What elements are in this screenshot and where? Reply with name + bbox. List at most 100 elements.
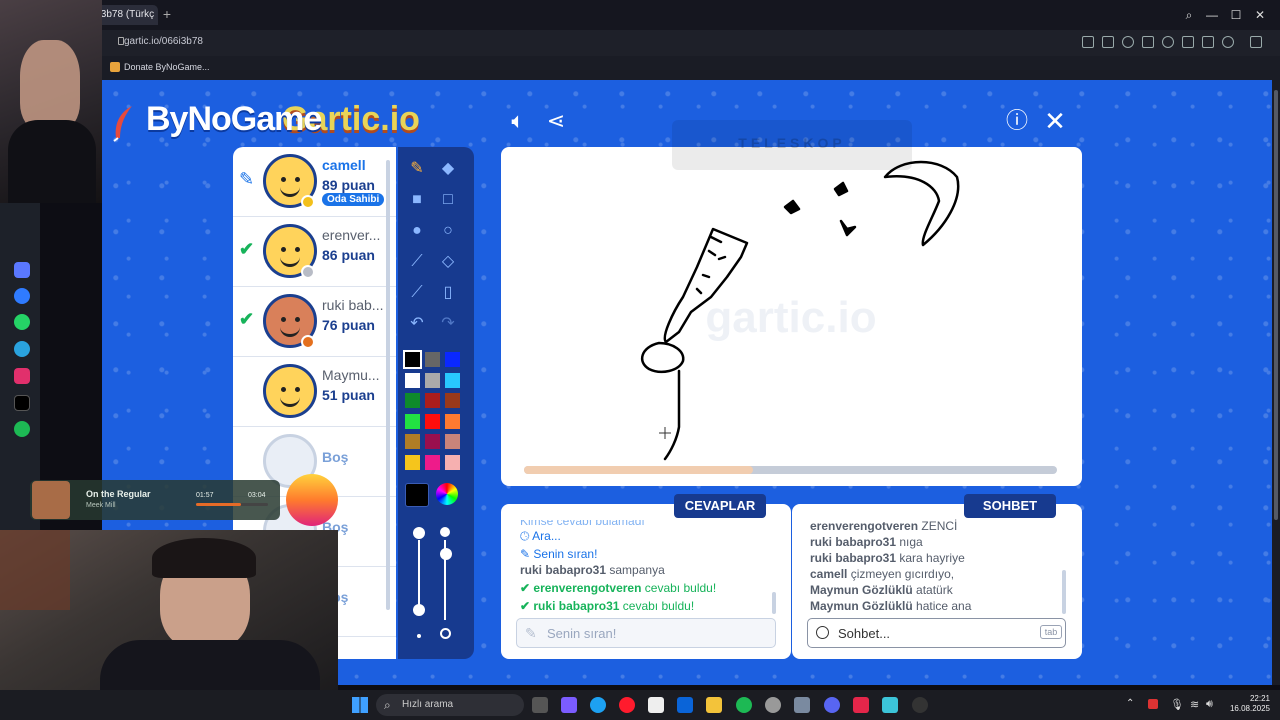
answer-placeholder: Senin sıran! xyxy=(547,626,617,641)
camera-icon[interactable] xyxy=(1102,36,1114,48)
opacity-handle[interactable] xyxy=(440,527,450,537)
answers-scrollbar[interactable] xyxy=(772,592,776,614)
guessed-check-icon: ✔ xyxy=(239,239,255,259)
ellipse-tool-icon[interactable]: ○ xyxy=(436,219,460,243)
crosshair-cursor-icon xyxy=(659,427,671,439)
color-swatch[interactable] xyxy=(425,434,440,449)
eraser-tool-icon[interactable]: ◆ xyxy=(436,157,460,181)
filled-rectangle-tool-icon[interactable]: ■ xyxy=(405,188,429,212)
chevron-up-icon[interactable]: ⌃ xyxy=(1126,698,1134,709)
webcam-overlay-bottom xyxy=(0,530,338,690)
color-swatch[interactable] xyxy=(445,454,460,470)
menu-icon[interactable] xyxy=(1202,36,1214,48)
steam-icon[interactable] xyxy=(794,697,810,713)
info-icon[interactable]: ⓘ xyxy=(1004,108,1030,134)
color-swatch[interactable] xyxy=(445,372,460,388)
color-swatch[interactable] xyxy=(445,393,460,408)
whatsapp-icon[interactable] xyxy=(14,314,30,330)
color-swatch[interactable] xyxy=(425,454,440,470)
page-scrollbar-thumb[interactable] xyxy=(1274,90,1278,520)
tray-app-icon[interactable] xyxy=(1148,699,1158,709)
streamer-shirt xyxy=(100,640,320,690)
color-swatch[interactable] xyxy=(425,413,440,429)
player-score: 76 puan xyxy=(322,317,375,333)
color-swatch[interactable] xyxy=(425,352,440,367)
mic-icon[interactable]: 🎙︎ xyxy=(1170,698,1184,711)
heart-icon[interactable] xyxy=(1162,36,1174,48)
undo-icon[interactable]: ↶ xyxy=(405,312,429,336)
drawing-canvas[interactable]: gartic.io xyxy=(501,147,1082,486)
download-icon[interactable] xyxy=(1182,36,1194,48)
store-icon[interactable] xyxy=(648,697,664,713)
color-swatch[interactable] xyxy=(405,413,420,429)
color-swatch[interactable] xyxy=(405,434,420,449)
chat-tab[interactable]: SOHBET xyxy=(964,494,1056,518)
brush-size-handle-low[interactable] xyxy=(413,604,425,616)
rectangle-tool-icon[interactable]: □ xyxy=(436,188,460,212)
page-tool-icon[interactable]: ▯ xyxy=(436,281,460,305)
spotify-icon[interactable] xyxy=(14,421,30,437)
obs-icon[interactable] xyxy=(765,697,781,713)
explorer-icon[interactable] xyxy=(706,697,722,713)
color-swatch[interactable] xyxy=(403,350,422,369)
volume-icon[interactable]: 🔊︎ xyxy=(1206,698,1213,711)
filled-ellipse-tool-icon[interactable]: ● xyxy=(405,219,429,243)
discord-icon[interactable] xyxy=(824,697,840,713)
outlook-icon[interactable] xyxy=(677,697,693,713)
color-swatch[interactable] xyxy=(445,413,460,429)
vpn-icon[interactable] xyxy=(1122,36,1134,48)
github-icon[interactable] xyxy=(912,697,928,713)
opacity-handle-mid[interactable] xyxy=(440,548,452,560)
bookmark-bynogame[interactable]: Donate ByNoGame... xyxy=(124,62,210,72)
fill-tool-icon[interactable]: ◇ xyxy=(436,250,460,274)
color-swatch[interactable] xyxy=(405,372,420,388)
sound-icon[interactable]: 🔈︎ xyxy=(505,108,531,134)
eyedropper-tool-icon[interactable]: ⟋ xyxy=(405,281,429,305)
valorant-icon[interactable] xyxy=(853,697,869,713)
copilot-icon[interactable] xyxy=(561,697,577,713)
color-swatch[interactable] xyxy=(445,434,460,449)
start-icon[interactable] xyxy=(352,697,368,713)
close-window-button[interactable]: ✕ xyxy=(1251,6,1269,24)
instagram-icon[interactable] xyxy=(14,368,30,384)
notepad-icon[interactable] xyxy=(882,697,898,713)
line-tool-icon[interactable]: ⟋ xyxy=(405,250,429,274)
color-picker-icon[interactable] xyxy=(436,483,458,505)
brush-size-handle[interactable] xyxy=(413,527,425,539)
extensions-icon[interactable] xyxy=(1250,36,1262,48)
aria-icon[interactable] xyxy=(14,262,30,278)
player-list-scrollbar[interactable] xyxy=(386,160,390,610)
spotify-taskbar-icon[interactable] xyxy=(736,697,752,713)
telegram-icon[interactable] xyxy=(14,341,30,357)
x-icon[interactable] xyxy=(14,395,30,411)
close-icon[interactable]: ✕ xyxy=(1042,108,1068,134)
url-field[interactable]: gartic.io/066i3b78 xyxy=(124,36,203,47)
wifi-icon[interactable]: ≋ xyxy=(1190,698,1199,711)
current-color-swatch[interactable] xyxy=(405,483,429,507)
redo-icon[interactable]: ↷ xyxy=(436,312,460,336)
taskbar-search[interactable]: ⌕ Hızlı arama xyxy=(376,694,524,716)
chat-scrollbar[interactable] xyxy=(1062,570,1066,614)
share-icon[interactable]: ⋖ xyxy=(543,108,569,134)
color-swatch[interactable] xyxy=(445,352,460,367)
play-icon[interactable] xyxy=(1142,36,1154,48)
answers-tab[interactable]: CEVAPLAR xyxy=(674,494,766,518)
edge-icon[interactable] xyxy=(590,697,606,713)
chat-input[interactable]: Sohbet... xyxy=(807,618,1066,648)
minimize-button[interactable]: — xyxy=(1203,6,1221,24)
opera-icon[interactable] xyxy=(619,697,635,713)
answer-input[interactable]: ✎ Senin sıran! xyxy=(516,618,776,648)
color-swatch[interactable] xyxy=(405,454,420,470)
edit-icon[interactable] xyxy=(1082,36,1094,48)
taskbar-clock[interactable]: 22:21 16.08.2025 xyxy=(1228,694,1270,714)
pencil-tool-icon[interactable]: ✎ xyxy=(405,157,429,181)
messenger-icon[interactable] xyxy=(14,288,30,304)
new-tab-button[interactable]: + xyxy=(160,7,174,22)
color-swatch[interactable] xyxy=(425,372,440,388)
color-swatch[interactable] xyxy=(405,393,420,408)
profile-icon[interactable] xyxy=(1222,36,1234,48)
task-view-icon[interactable] xyxy=(532,697,548,713)
color-swatch[interactable] xyxy=(425,393,440,408)
maximize-button[interactable]: ☐ xyxy=(1227,6,1245,24)
search-tabs-icon[interactable]: ⌕ xyxy=(1180,6,1198,24)
